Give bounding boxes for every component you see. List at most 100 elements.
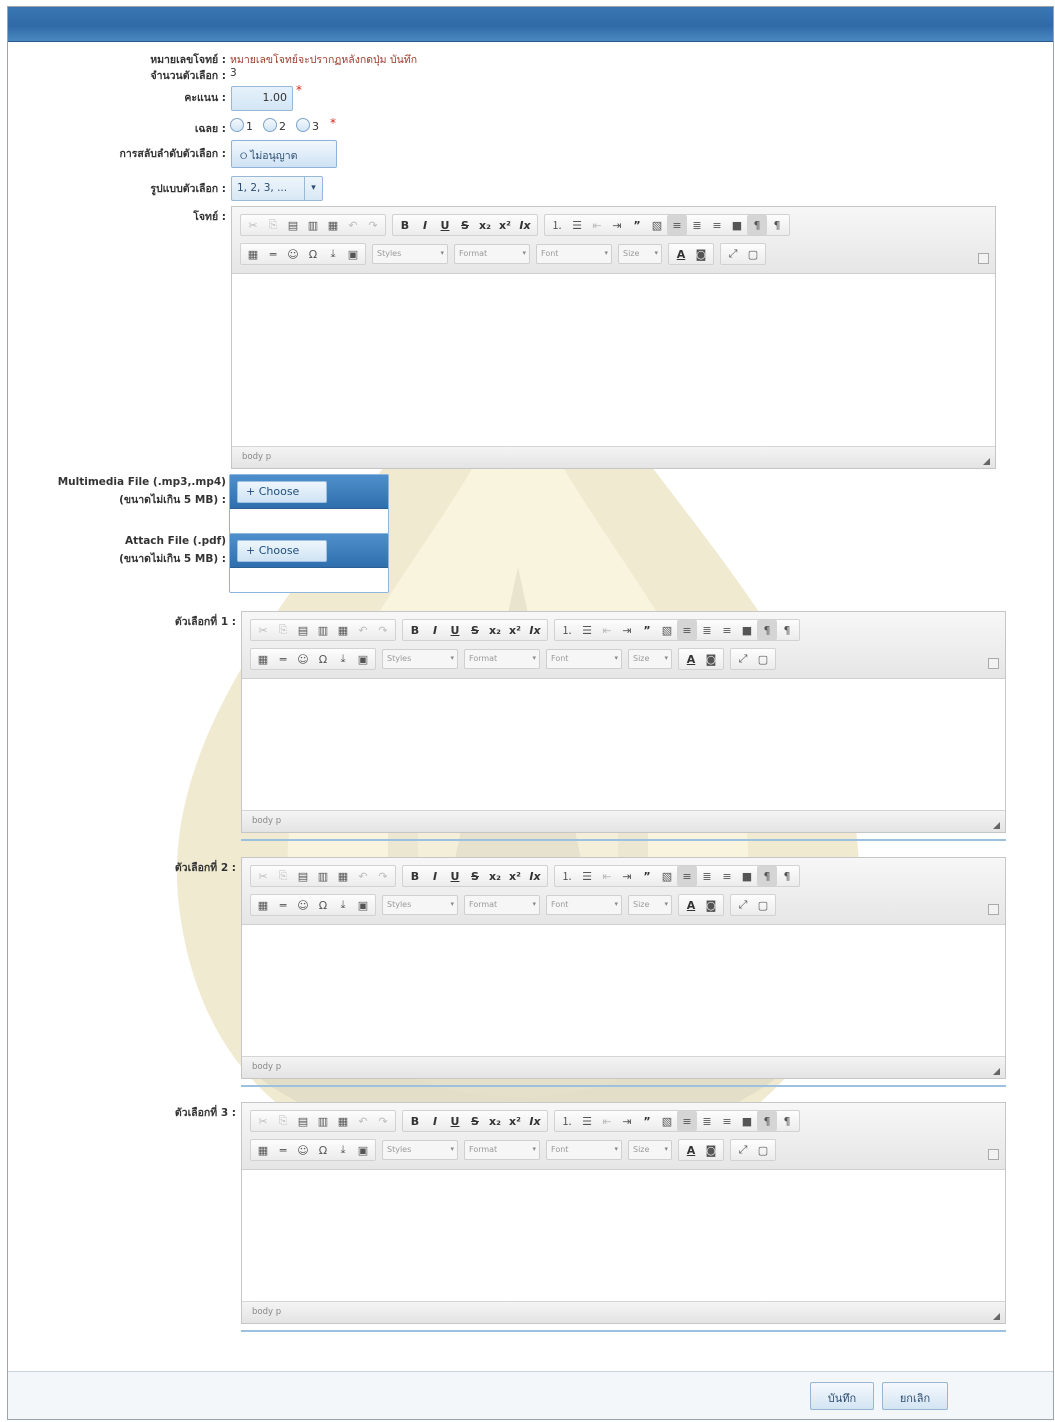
- paste-word-icon[interactable]: ▦: [333, 1111, 353, 1131]
- underline-icon[interactable]: U: [445, 866, 465, 886]
- cut-icon[interactable]: ✂: [243, 215, 263, 235]
- smiley-icon[interactable]: ☺: [283, 244, 303, 264]
- attach-choose-button[interactable]: + Choose: [237, 540, 327, 562]
- show-blocks-icon[interactable]: ▢: [753, 1140, 773, 1160]
- hr-icon[interactable]: ═: [273, 895, 293, 915]
- blockquote-icon[interactable]: ”: [637, 866, 657, 886]
- bullet-list-icon[interactable]: ☰: [577, 866, 597, 886]
- text-color-icon[interactable]: A: [681, 649, 701, 669]
- outdent-icon[interactable]: ⇤: [587, 215, 607, 235]
- indent-icon[interactable]: ⇥: [617, 866, 637, 886]
- choice-format-select[interactable]: 1, 2, 3, ... ▾: [231, 176, 323, 201]
- paste-text-icon[interactable]: ▥: [313, 1111, 333, 1131]
- subscript-icon[interactable]: x₂: [485, 1111, 505, 1131]
- align-right-icon[interactable]: ≡: [707, 215, 727, 235]
- font-combo[interactable]: Font ▾: [546, 649, 622, 669]
- font-combo[interactable]: Font ▾: [546, 1140, 622, 1160]
- multimedia-choose-button[interactable]: + Choose: [237, 481, 327, 503]
- subscript-icon[interactable]: x₂: [475, 215, 495, 235]
- font-combo[interactable]: Font ▾: [546, 895, 622, 915]
- cut-icon[interactable]: ✂: [253, 620, 273, 640]
- collapse-toolbar-icon[interactable]: [988, 1149, 999, 1160]
- collapse-toolbar-icon[interactable]: [978, 253, 989, 264]
- smiley-icon[interactable]: ☺: [293, 1140, 313, 1160]
- numbered-list-icon[interactable]: ⒈: [557, 1111, 577, 1131]
- redo-icon[interactable]: ↷: [373, 866, 393, 886]
- remove-format-icon[interactable]: Ix: [525, 1111, 545, 1131]
- div-icon[interactable]: ▧: [657, 866, 677, 886]
- resize-handle-icon[interactable]: [993, 1068, 1000, 1075]
- indent-icon[interactable]: ⇥: [617, 1111, 637, 1131]
- cut-icon[interactable]: ✂: [253, 1111, 273, 1131]
- special-char-icon[interactable]: Ω: [303, 244, 323, 264]
- numbered-list-icon[interactable]: ⒈: [547, 215, 567, 235]
- copy-icon[interactable]: ⎘: [273, 620, 293, 640]
- numbered-list-icon[interactable]: ⒈: [557, 866, 577, 886]
- resize-handle-icon[interactable]: [983, 458, 990, 465]
- choice-3-editor[interactable]: ✂ ⎘ ▤ ▥ ▦ ↶ ↷ B I U Sx₂ x² Ix ⒈ ☰ ⇤ ⇥” ▧ ≡ ≣ ≡ ■ ¶ ¶ ▦ ═ ☺ Ω ⤓ ▣ S…: [241, 1102, 1006, 1324]
- paste-word-icon[interactable]: ▦: [333, 620, 353, 640]
- cut-icon[interactable]: ✂: [253, 866, 273, 886]
- align-center-icon[interactable]: ≣: [697, 866, 717, 886]
- paste-text-icon[interactable]: ▥: [303, 215, 323, 235]
- outdent-icon[interactable]: ⇤: [597, 1111, 617, 1131]
- collapse-toolbar-icon[interactable]: [988, 904, 999, 915]
- show-blocks-icon[interactable]: ▢: [753, 649, 773, 669]
- align-left-icon[interactable]: ≡: [677, 1111, 697, 1131]
- underline-icon[interactable]: U: [445, 1111, 465, 1131]
- maximize-icon[interactable]: ⤢: [723, 244, 743, 264]
- paste-icon[interactable]: ▤: [293, 866, 313, 886]
- smiley-icon[interactable]: ☺: [293, 649, 313, 669]
- bullet-list-icon[interactable]: ☰: [577, 620, 597, 640]
- subscript-icon[interactable]: x₂: [485, 620, 505, 640]
- undo-icon[interactable]: ↶: [353, 1111, 373, 1131]
- special-char-icon[interactable]: Ω: [313, 895, 333, 915]
- format-combo[interactable]: Format ▾: [454, 244, 530, 264]
- rtl-icon[interactable]: ¶: [767, 215, 787, 235]
- page-break-icon[interactable]: ⤓: [333, 1140, 353, 1160]
- redo-icon[interactable]: ↷: [373, 620, 393, 640]
- blockquote-icon[interactable]: ”: [637, 620, 657, 640]
- align-left-icon[interactable]: ≡: [667, 215, 687, 235]
- table-icon[interactable]: ▦: [253, 649, 273, 669]
- text-color-icon[interactable]: A: [681, 1140, 701, 1160]
- ltr-icon[interactable]: ¶: [757, 1111, 777, 1131]
- blockquote-icon[interactable]: ”: [637, 1111, 657, 1131]
- remove-format-icon[interactable]: Ix: [515, 215, 535, 235]
- bullet-list-icon[interactable]: ☰: [567, 215, 587, 235]
- save-button[interactable]: บันทึก: [810, 1382, 874, 1410]
- justify-icon[interactable]: ■: [737, 1111, 757, 1131]
- bullet-list-icon[interactable]: ☰: [577, 1111, 597, 1131]
- ltr-icon[interactable]: ¶: [757, 866, 777, 886]
- superscript-icon[interactable]: x²: [495, 215, 515, 235]
- justify-icon[interactable]: ■: [737, 620, 757, 640]
- show-blocks-icon[interactable]: ▢: [753, 895, 773, 915]
- superscript-icon[interactable]: x²: [505, 1111, 525, 1131]
- maximize-icon[interactable]: ⤢: [733, 1140, 753, 1160]
- bold-icon[interactable]: B: [395, 215, 415, 235]
- styles-combo[interactable]: Styles ▾: [382, 1140, 458, 1160]
- indent-icon[interactable]: ⇥: [607, 215, 627, 235]
- outdent-icon[interactable]: ⇤: [597, 866, 617, 886]
- bold-icon[interactable]: B: [405, 866, 425, 886]
- italic-icon[interactable]: I: [415, 215, 435, 235]
- table-icon[interactable]: ▦: [243, 244, 263, 264]
- rtl-icon[interactable]: ¶: [777, 866, 797, 886]
- superscript-icon[interactable]: x²: [505, 866, 525, 886]
- paste-icon[interactable]: ▤: [293, 1111, 313, 1131]
- hr-icon[interactable]: ═: [263, 244, 283, 264]
- image-icon[interactable]: ▣: [343, 244, 363, 264]
- redo-icon[interactable]: ↷: [373, 1111, 393, 1131]
- paste-text-icon[interactable]: ▥: [313, 866, 333, 886]
- remove-format-icon[interactable]: Ix: [525, 620, 545, 640]
- collapse-toolbar-icon[interactable]: [988, 658, 999, 669]
- show-blocks-icon[interactable]: ▢: [743, 244, 763, 264]
- paste-text-icon[interactable]: ▥: [313, 620, 333, 640]
- text-color-icon[interactable]: A: [671, 244, 691, 264]
- size-combo[interactable]: Size ▾: [628, 1140, 672, 1160]
- bg-color-icon[interactable]: ◙: [701, 1140, 721, 1160]
- justify-icon[interactable]: ■: [727, 215, 747, 235]
- format-combo[interactable]: Format ▾: [464, 1140, 540, 1160]
- resize-handle-icon[interactable]: [993, 822, 1000, 829]
- special-char-icon[interactable]: Ω: [313, 1140, 333, 1160]
